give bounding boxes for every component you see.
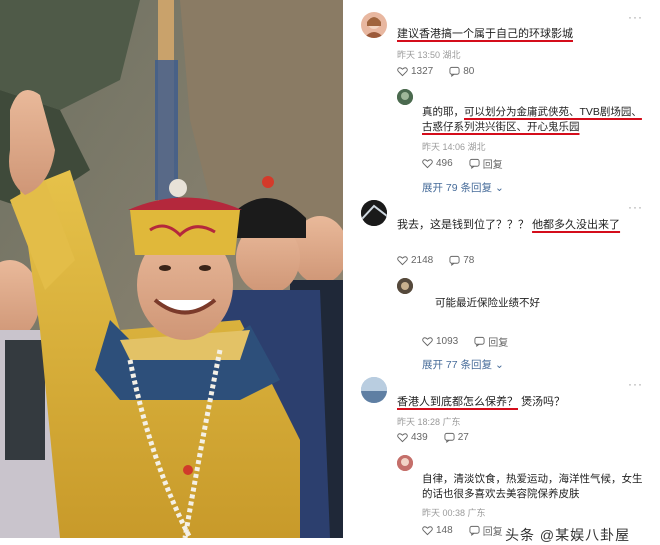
reply-actions: 148 回复 bbox=[422, 523, 503, 538]
like-button[interactable]: 148 bbox=[422, 525, 453, 536]
reply-button[interactable]: 回复 bbox=[469, 156, 503, 171]
chevron-down-icon: ⌄ bbox=[494, 182, 504, 194]
user-avatar[interactable] bbox=[361, 200, 387, 226]
comment-actions: 2148 78 bbox=[397, 255, 474, 266]
user-avatar[interactable] bbox=[397, 89, 413, 105]
user-avatar[interactable] bbox=[361, 377, 387, 403]
comment-icon bbox=[474, 336, 485, 347]
reply-button[interactable]: 78 bbox=[449, 255, 474, 266]
reply-meta: 昨天 14:06 湖北 bbox=[422, 142, 486, 152]
avatar-image bbox=[397, 89, 413, 105]
avatar-image bbox=[397, 455, 413, 471]
comment-actions: 439 27 bbox=[397, 432, 469, 443]
comment-text: 我去，这是钱到位了？？？ 他都多久没出来了 bbox=[397, 219, 621, 231]
expand-replies-link[interactable]: 展开 77 条回复 ⌄ bbox=[422, 357, 504, 372]
more-options-icon[interactable]: ··· bbox=[628, 10, 643, 24]
comment-icon bbox=[449, 66, 460, 77]
user-avatar[interactable] bbox=[397, 278, 413, 294]
like-button[interactable]: 439 bbox=[397, 432, 428, 443]
comment-text: 建议香港搞一个属于自己的环球影城 bbox=[397, 28, 573, 40]
comment-icon bbox=[444, 432, 455, 443]
user-avatar[interactable] bbox=[397, 455, 413, 471]
comment-meta: 昨天 18:28 广东 bbox=[397, 417, 461, 427]
comment-icon bbox=[469, 158, 480, 169]
like-button[interactable]: 1327 bbox=[397, 66, 433, 77]
reply-button[interactable]: 27 bbox=[444, 432, 469, 443]
comment-panel: 建议香港搞一个属于自己的环球影城 ··· 昨天 13:50 湖北 1327 80… bbox=[343, 0, 660, 538]
heart-icon bbox=[422, 526, 433, 536]
reply-text: 自律，清淡饮食，热爱运动，海洋性气候，女生 的话也很多喜欢去美容院保养皮肤 bbox=[422, 473, 643, 500]
more-options-icon[interactable]: ··· bbox=[628, 200, 643, 214]
chevron-down-icon: ⌄ bbox=[494, 359, 504, 371]
heart-icon bbox=[397, 67, 408, 77]
photo-panel bbox=[0, 0, 343, 538]
reply-text: 可能最近保险业绩不好 bbox=[435, 297, 540, 309]
reply-button[interactable]: 回复 bbox=[474, 334, 508, 349]
reply-actions: 1093 回复 bbox=[422, 334, 508, 349]
reply-actions: 496 回复 bbox=[422, 156, 503, 171]
like-button[interactable]: 496 bbox=[422, 158, 453, 169]
like-button[interactable]: 1093 bbox=[422, 336, 458, 347]
comment-icon bbox=[469, 525, 480, 536]
expand-replies-link[interactable]: 展开 79 条回复 ⌄ bbox=[422, 180, 504, 195]
avatar-image bbox=[361, 200, 387, 226]
reply-button[interactable]: 回复 bbox=[469, 523, 503, 538]
avatar-image bbox=[361, 377, 387, 403]
reply-button[interactable]: 80 bbox=[449, 66, 474, 77]
avatar-image bbox=[397, 278, 413, 294]
comment-text: 香港人到底都怎么保养？ 煲汤吗？ bbox=[397, 396, 566, 408]
heart-icon bbox=[422, 159, 433, 169]
heart-icon bbox=[397, 433, 408, 443]
heart-icon bbox=[397, 256, 408, 266]
avatar-image bbox=[364, 17, 384, 38]
user-avatar[interactable] bbox=[361, 12, 387, 38]
comment-meta: 昨天 13:50 湖北 bbox=[397, 50, 461, 60]
reply-meta: 昨天 00:38 广东 bbox=[422, 508, 486, 518]
comment-icon bbox=[449, 255, 460, 266]
like-button[interactable]: 2148 bbox=[397, 255, 433, 266]
watermark: 头条 @某娱八卦屋 bbox=[505, 527, 631, 543]
costume-photo bbox=[0, 0, 343, 538]
heart-icon bbox=[422, 337, 433, 347]
more-options-icon[interactable]: ··· bbox=[628, 377, 643, 391]
reply-text: 真的耶，可以划分为金庸武侠苑、TVB剧场园、 古惑仔系列洪兴街区、开心鬼乐园 bbox=[422, 106, 642, 133]
comment-actions: 1327 80 bbox=[397, 66, 474, 77]
